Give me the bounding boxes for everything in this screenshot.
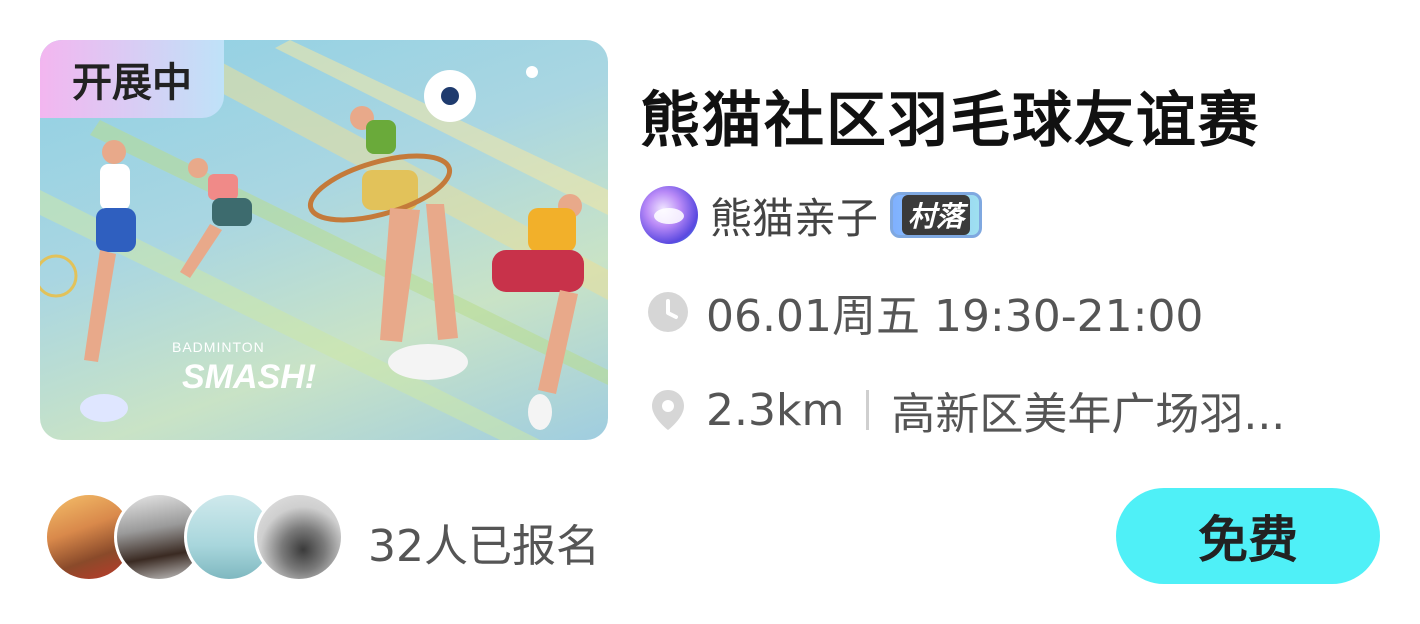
- organizer-tag: 村落: [890, 192, 983, 238]
- event-location: 高新区美年广场羽...: [891, 389, 1286, 440]
- participant-avatar: [254, 492, 344, 582]
- location-pin-icon: [652, 390, 684, 430]
- organizer[interactable]: 熊猫亲子 村落: [640, 185, 983, 246]
- participant-avatars[interactable]: [44, 492, 354, 582]
- divider: [866, 390, 870, 430]
- clock-icon: [648, 292, 688, 332]
- organizer-name[interactable]: 熊猫亲子: [710, 185, 878, 246]
- event-card[interactable]: BADMINTON SMASH! 开展中 熊猫社区羽毛球友谊赛 熊猫亲子 村落 …: [0, 0, 1420, 624]
- organizer-avatar[interactable]: [640, 186, 698, 244]
- cover-text-line1: BADMINTON: [172, 339, 265, 355]
- event-cover-image[interactable]: BADMINTON SMASH! 开展中: [40, 40, 608, 440]
- organizer-tag-label: 村落: [902, 195, 971, 235]
- signup-count: 32人已报名: [368, 521, 600, 572]
- status-badge: 开展中: [40, 40, 224, 118]
- price-button[interactable]: 免费: [1116, 488, 1380, 584]
- event-time-row: 06.01周五 19:30-21:00: [646, 288, 1203, 342]
- event-time: 06.01周五 19:30-21:00: [706, 291, 1204, 342]
- event-distance: 2.3km: [706, 384, 845, 436]
- event-location-row[interactable]: 2.3km 高新区美年广场羽...: [646, 384, 1285, 440]
- event-title[interactable]: 熊猫社区羽毛球友谊赛: [640, 72, 1340, 159]
- cover-text-line2: SMASH!: [182, 358, 316, 396]
